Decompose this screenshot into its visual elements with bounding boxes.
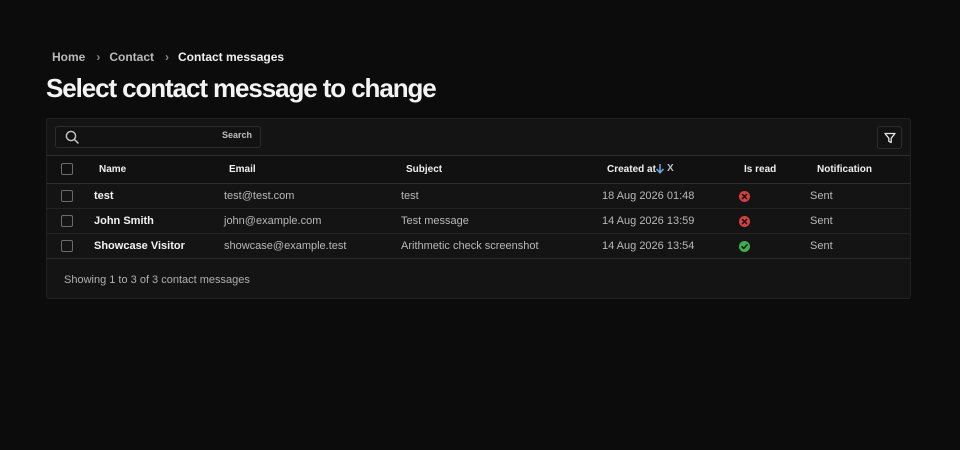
breadcrumb-separator-icon: › [96,50,101,64]
page-title: Select contact message to change [46,73,437,103]
unread-x-icon [739,216,750,227]
breadcrumb-separator-icon: › [165,50,170,64]
row-email: john@example.com [224,215,322,227]
row-notification: Sent [810,190,833,202]
row-subject: Arithmetic check screenshot [401,240,539,252]
table-row: test test@test.com test 18 Aug 2026 01:4… [47,184,910,209]
row-name-link[interactable]: test [94,190,114,202]
breadcrumb-home[interactable]: Home [52,50,85,64]
filter-funnel-icon [883,132,896,143]
row-email: showcase@example.test [224,240,347,252]
search-input[interactable] [86,129,221,145]
row-notification: Sent [810,215,833,227]
sort-indicator: X [655,163,674,174]
unread-x-icon [739,191,750,202]
sort-descending-arrow-icon[interactable] [655,163,665,174]
changelist-panel: Search Name Email Subject Created at X I… [46,118,911,299]
row-email: test@test.com [224,190,295,202]
breadcrumb-current: Contact messages [178,50,285,64]
breadcrumb: Home › Contact › Contact messages [52,50,284,64]
column-header-name[interactable]: Name [99,164,126,175]
row-checkbox[interactable] [61,240,73,252]
row-name-link[interactable]: John Smith [94,215,154,227]
read-check-icon [739,241,750,252]
column-header-email[interactable]: Email [229,164,256,175]
row-created-at: 14 Aug 2026 13:54 [602,240,695,252]
filter-button[interactable] [877,126,902,149]
row-checkbox[interactable] [61,190,73,202]
select-all-checkbox[interactable] [61,163,73,175]
search-icon [65,130,79,144]
row-subject: test [401,190,419,202]
row-checkbox[interactable] [61,215,73,227]
row-created-at: 18 Aug 2026 01:48 [602,190,695,202]
column-header-is-read[interactable]: Is read [744,164,776,175]
search-bar: Search [55,126,261,148]
table-header: Name Email Subject Created at X Is read … [47,155,910,184]
row-notification: Sent [810,240,833,252]
column-header-notification[interactable]: Notification [817,164,872,175]
table-row: Showcase Visitor showcase@example.test A… [47,234,910,259]
row-created-at: 14 Aug 2026 13:59 [602,215,695,227]
changelist-toolbar: Search [47,119,910,156]
search-button[interactable]: Search [222,130,252,140]
breadcrumb-contact[interactable]: Contact [109,50,154,64]
column-header-created-at[interactable]: Created at [607,164,656,175]
row-name-link[interactable]: Showcase Visitor [94,240,185,252]
remove-sort-button[interactable]: X [667,163,674,174]
column-header-subject[interactable]: Subject [406,164,442,175]
result-count: Showing 1 to 3 of 3 contact messages [64,274,250,286]
table-row: John Smith john@example.com Test message… [47,209,910,234]
row-subject: Test message [401,215,469,227]
